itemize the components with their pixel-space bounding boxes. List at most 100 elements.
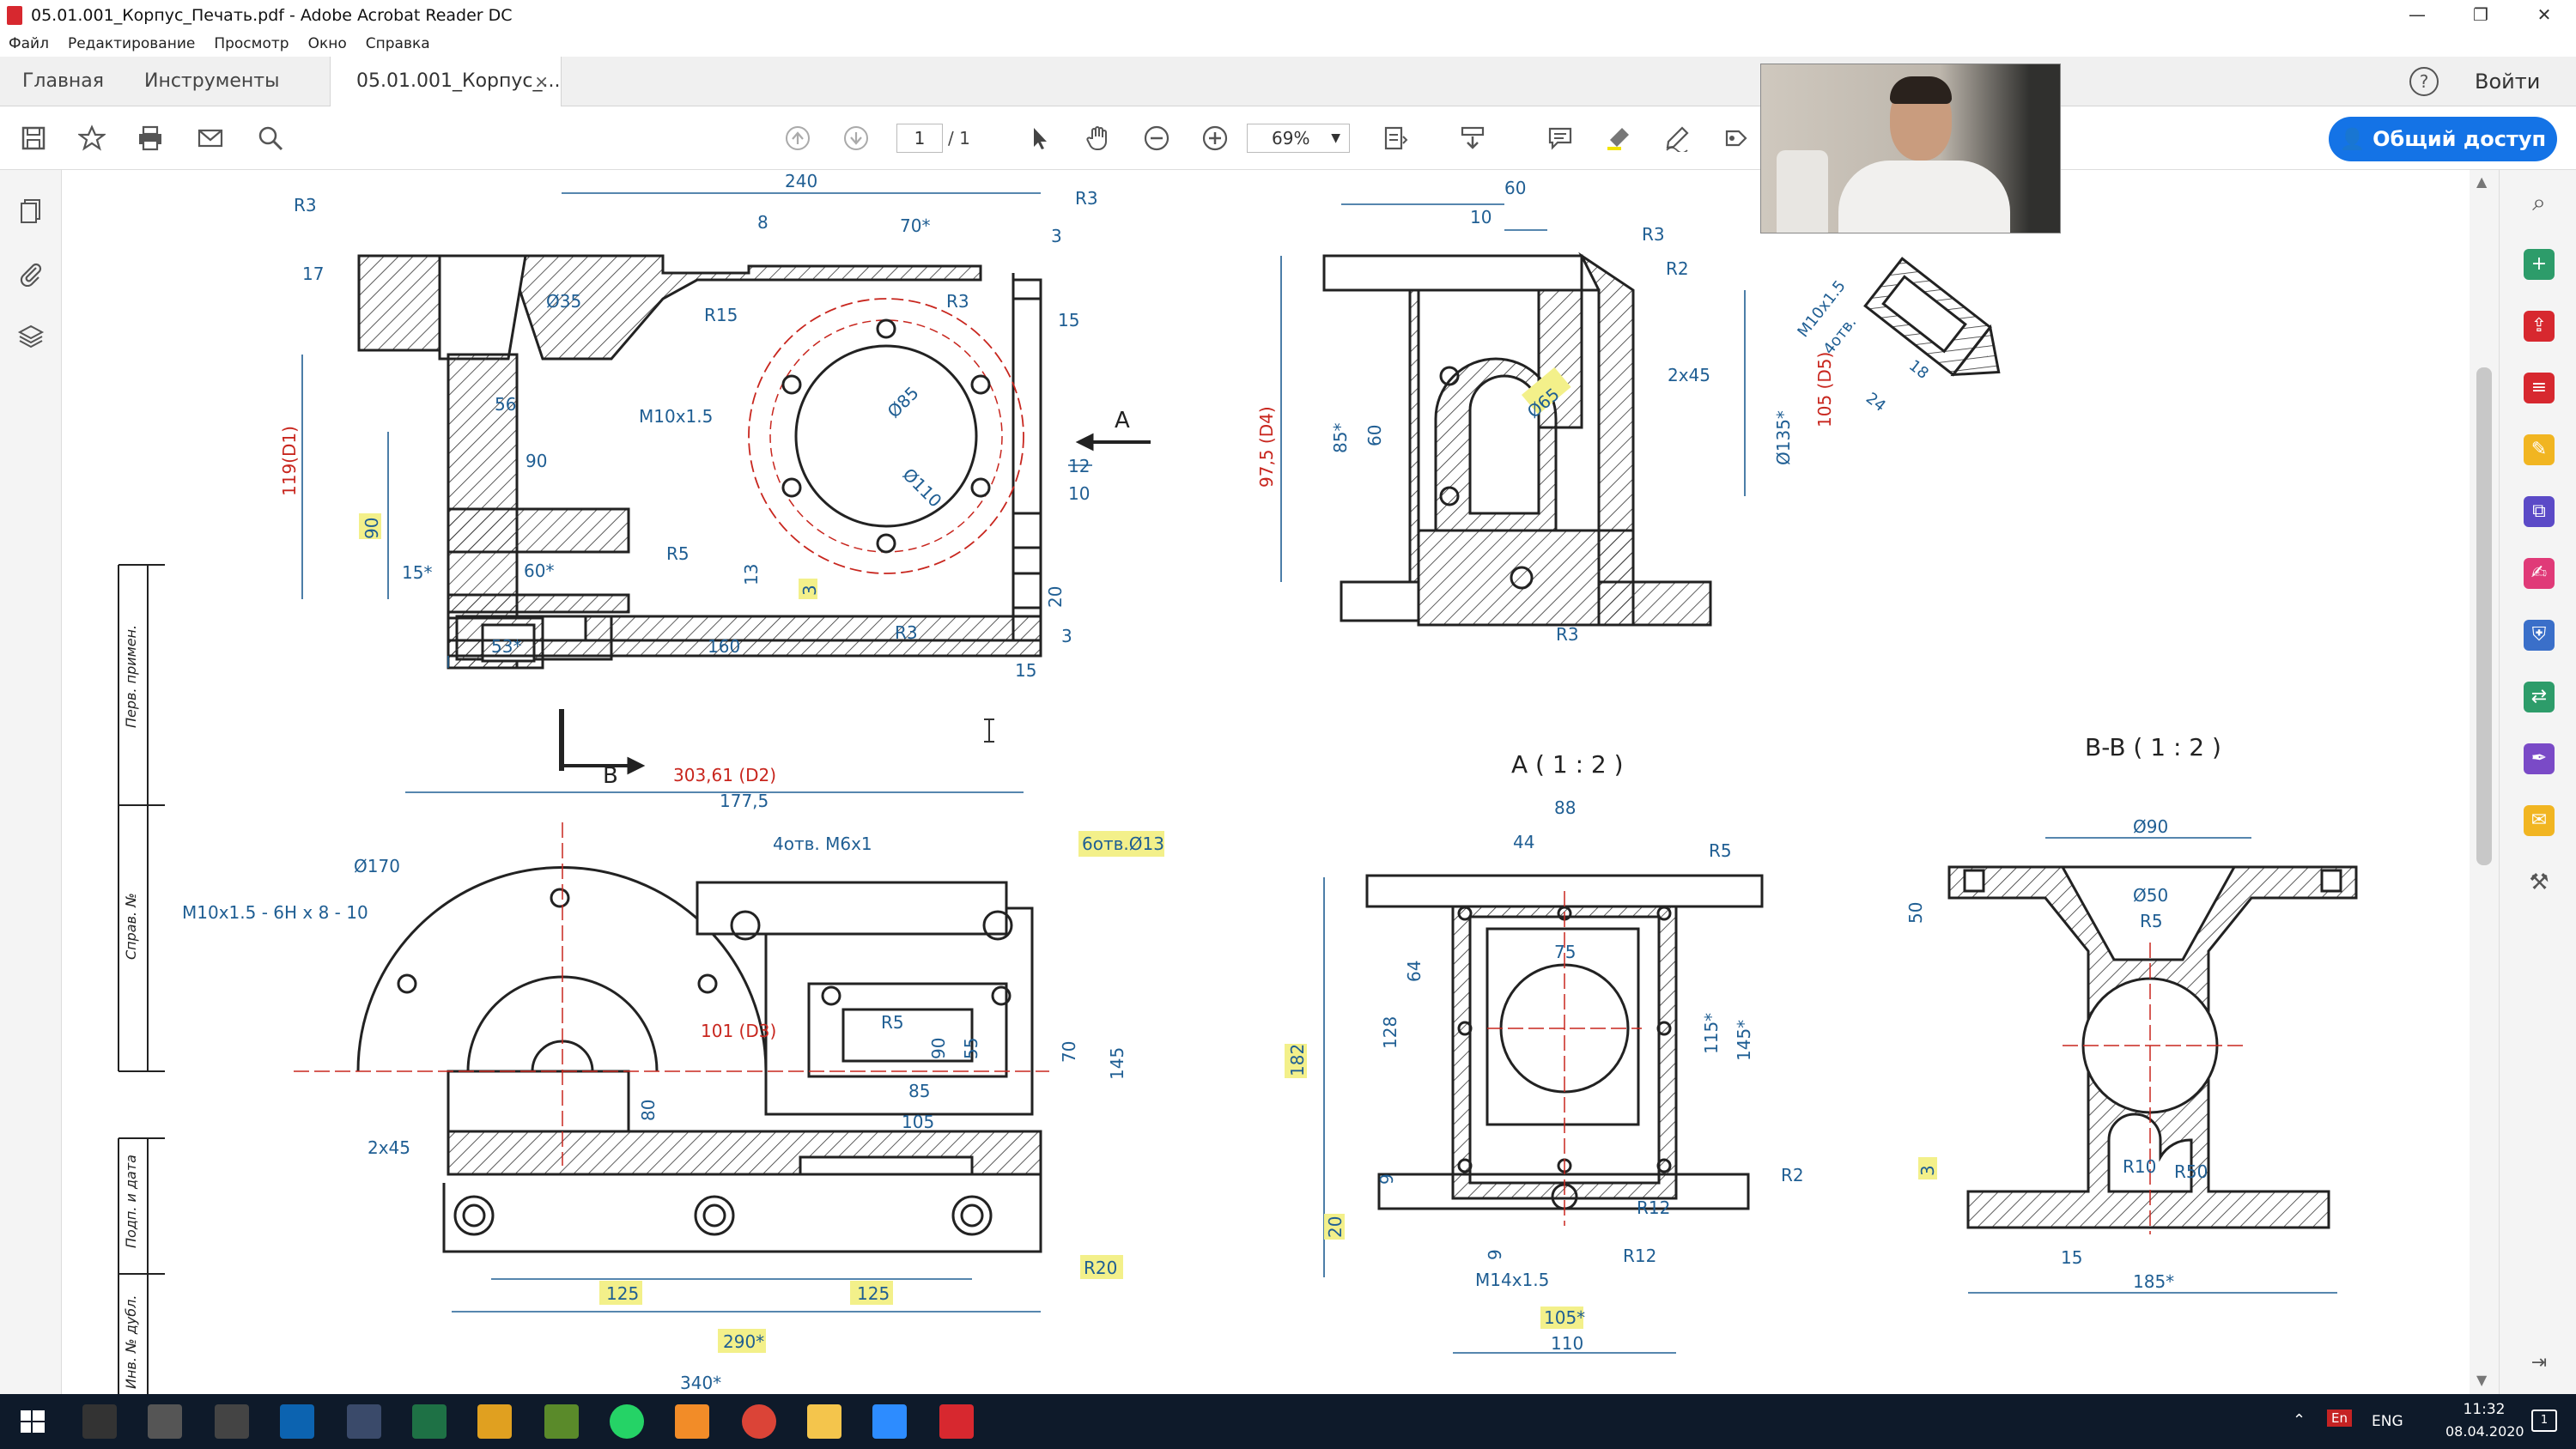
minimize-button[interactable]: —	[2385, 0, 2449, 31]
zoom-app-icon[interactable]	[872, 1404, 907, 1439]
save-icon[interactable]	[17, 122, 50, 155]
technical-drawing: 240 R3 R3 70* 8 3 17 Ø35 R15 R3 15 56 M1…	[118, 171, 2358, 1394]
svg-text:80: 80	[638, 1100, 659, 1121]
protect-icon[interactable]: ⛨	[2524, 620, 2555, 651]
tab-home[interactable]: Главная	[22, 57, 104, 106]
app-leaf-icon[interactable]	[544, 1404, 579, 1439]
zoom-out-icon[interactable]	[1140, 122, 1173, 155]
menu-window[interactable]: Окно	[308, 35, 347, 52]
file-explorer-icon[interactable]	[807, 1404, 841, 1439]
sign-icon[interactable]: ✒	[2524, 743, 2555, 774]
app-f-icon[interactable]	[675, 1404, 709, 1439]
inkscape-icon[interactable]	[148, 1404, 182, 1439]
help-icon[interactable]: ?	[2409, 67, 2439, 96]
svg-text:15*: 15*	[402, 562, 432, 583]
svg-text:18: 18	[1905, 356, 1932, 383]
menu-view[interactable]: Просмотр	[214, 35, 289, 52]
export-pdf-icon[interactable]: ⇪	[2524, 311, 2555, 342]
zoom-in-icon[interactable]	[1199, 122, 1231, 155]
tab-close-icon[interactable]: ×	[534, 57, 549, 106]
svg-text:R3: R3	[1075, 188, 1098, 209]
menu-help[interactable]: Справка	[366, 35, 430, 52]
excel-icon[interactable]	[412, 1404, 447, 1439]
comment-tool-icon[interactable]: ✎	[2524, 434, 2555, 465]
app-infinity-icon[interactable]	[280, 1404, 314, 1439]
acrobat-taskbar-icon[interactable]	[939, 1404, 974, 1439]
menu-bar: Файл Редактирование Просмотр Окно Справк…	[0, 31, 2576, 57]
tray-expand-icon[interactable]: ⌃	[2293, 1411, 2306, 1429]
view-a-title: A ( 1 : 2 )	[1511, 750, 1624, 779]
menu-edit[interactable]: Редактирование	[68, 35, 195, 52]
send-track-icon[interactable]: ✉	[2524, 805, 2555, 836]
vertical-scrollbar[interactable]: ▲ ▼	[2470, 170, 2499, 1394]
document-viewport[interactable]: 240 R3 R3 70* 8 3 17 Ø35 R15 R3 15 56 M1…	[62, 170, 2470, 1394]
scroll-mode-icon[interactable]	[1456, 122, 1489, 155]
organize-pages-icon[interactable]: ≡	[2524, 373, 2555, 403]
prev-page-icon[interactable]	[781, 122, 814, 155]
stamp-tool-icon[interactable]	[1719, 122, 1752, 155]
chrome-icon[interactable]	[742, 1404, 776, 1439]
email-icon[interactable]	[194, 122, 227, 155]
send-review-icon[interactable]: ⇄	[2524, 682, 2555, 712]
svg-text:60*: 60*	[524, 561, 554, 581]
scroll-down-icon[interactable]: ▼	[2476, 1372, 2487, 1388]
tab-tools[interactable]: Инструменты	[144, 57, 279, 106]
svg-text:110: 110	[1551, 1333, 1583, 1354]
scroll-up-icon[interactable]: ▲	[2476, 173, 2487, 190]
attachments-icon[interactable]	[15, 259, 46, 290]
camera-app-icon[interactable]	[82, 1404, 117, 1439]
print-icon[interactable]	[134, 122, 167, 155]
highlight-icon[interactable]	[1602, 122, 1635, 155]
collapse-tools-icon[interactable]: ⇥	[2524, 1348, 2555, 1379]
select-cursor-icon[interactable]	[1024, 122, 1056, 155]
svg-text:3: 3	[1061, 626, 1072, 646]
zoom-level-select[interactable]: 69% ▼	[1247, 124, 1350, 153]
tab-document[interactable]: 05.01.001_Корпус_... ×	[330, 57, 562, 106]
svg-text:145: 145	[1107, 1047, 1127, 1080]
svg-text:145*: 145*	[1734, 1020, 1754, 1061]
svg-text:Справ. №: Справ. №	[123, 893, 139, 960]
svg-text:20: 20	[1325, 1216, 1346, 1238]
calculator-icon[interactable]	[215, 1404, 249, 1439]
svg-text:303,61 (D2): 303,61 (D2)	[673, 765, 776, 785]
windows-start-icon[interactable]	[15, 1404, 50, 1439]
notification-icon[interactable]: 1	[2531, 1410, 2557, 1432]
fill-sign-icon[interactable]: ✍	[2524, 558, 2555, 589]
layers-icon[interactable]	[15, 323, 46, 354]
scrollbar-thumb[interactable]	[2476, 367, 2492, 865]
svg-text:4отв. M6x1: 4отв. M6x1	[773, 834, 872, 854]
create-pdf-icon[interactable]: +	[2524, 249, 2555, 280]
maximize-button[interactable]: ❐	[2449, 0, 2512, 31]
zoom-tool-icon[interactable]: ⌕	[2524, 187, 2555, 218]
comment-icon[interactable]	[1544, 122, 1577, 155]
clock-time[interactable]: 11:32	[2445, 1401, 2523, 1418]
keyboard-language[interactable]: ENG	[2372, 1413, 2403, 1430]
draw-sign-icon[interactable]	[1661, 122, 1693, 155]
menu-file[interactable]: Файл	[9, 35, 49, 52]
svg-text:Инв. № дубл.: Инв. № дубл.	[123, 1295, 139, 1389]
svg-text:13: 13	[741, 564, 762, 585]
svg-text:50: 50	[1905, 902, 1926, 924]
app-cube-icon[interactable]	[347, 1404, 381, 1439]
close-window-button[interactable]: ✕	[2512, 0, 2576, 31]
lang-badge[interactable]: En	[2327, 1410, 2352, 1427]
fit-page-icon[interactable]	[1379, 122, 1412, 155]
svg-text:A: A	[1115, 408, 1130, 433]
next-page-icon[interactable]	[840, 122, 872, 155]
combine-files-icon[interactable]: ⧉	[2524, 496, 2555, 527]
page-thumbnails-icon[interactable]	[15, 197, 46, 228]
page-number-input[interactable]: 1	[896, 124, 943, 153]
signin-button[interactable]: Войти	[2475, 57, 2540, 106]
more-tools-icon[interactable]: ⚒	[2524, 867, 2555, 898]
whatsapp-icon[interactable]	[610, 1404, 644, 1439]
app-i-icon[interactable]	[477, 1404, 512, 1439]
share-button[interactable]: 👤 Общий доступ	[2329, 117, 2557, 161]
bookmark-star-icon[interactable]	[76, 122, 108, 155]
search-icon[interactable]	[254, 122, 287, 155]
svg-text:85*: 85*	[1330, 423, 1351, 453]
hand-tool-icon[interactable]	[1082, 122, 1115, 155]
svg-text:20: 20	[1045, 586, 1066, 608]
webcam-overlay	[1760, 64, 2061, 233]
svg-text:R3: R3	[895, 622, 918, 643]
clock-date[interactable]: 08.04.2020	[2445, 1423, 2524, 1440]
